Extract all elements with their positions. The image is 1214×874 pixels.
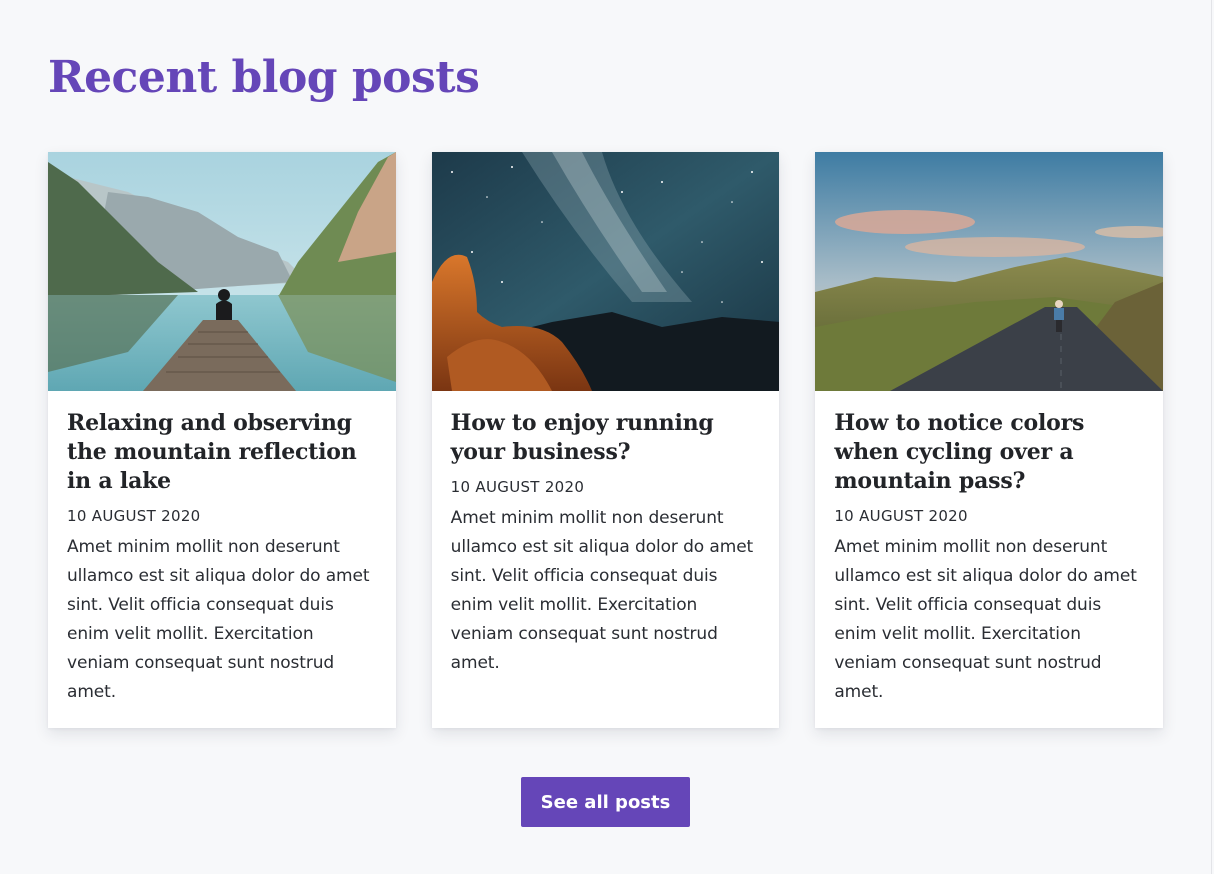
night-sky-image [431,152,780,391]
post-body: How to notice colors when cycling over a… [815,391,1163,707]
post-date: 10 AUGUST 2020 [450,478,585,496]
post-image[interactable] [815,152,1164,391]
post-excerpt: Amet minim mollit non deserunt ullamco e… [450,508,754,673]
blog-section: Recent blog posts Relaxing and observing… [0,0,1214,874]
cyclist-road-image [815,152,1164,391]
see-all-posts-button[interactable]: See all posts [521,777,690,827]
post-title[interactable]: Relaxing and observing the mountain refl… [67,409,377,496]
post-title[interactable]: How to notice colors when cycling over a… [834,409,1144,496]
post-card[interactable]: How to enjoy running your business? 10 A… [431,152,780,728]
post-body: How to enjoy running your business? 10 A… [432,391,780,678]
lake-pier-image [48,152,396,391]
section-title: Recent blog posts [48,52,480,103]
post-date: 10 AUGUST 2020 [834,507,968,525]
post-image[interactable] [48,152,396,391]
post-date: 10 AUGUST 2020 [67,507,201,525]
post-body: Relaxing and observing the mountain refl… [48,391,396,707]
post-excerpt: Amet minim mollit non deserunt ullamco e… [834,537,1137,702]
post-card[interactable]: How to notice colors when cycling over a… [815,152,1164,728]
post-title[interactable]: How to enjoy running your business? [451,409,761,467]
post-excerpt: Amet minim mollit non deserunt ullamco e… [67,537,370,702]
post-card[interactable]: Relaxing and observing the mountain refl… [48,152,396,728]
post-image[interactable] [431,152,780,391]
posts-grid: Relaxing and observing the mountain refl… [48,152,1164,728]
